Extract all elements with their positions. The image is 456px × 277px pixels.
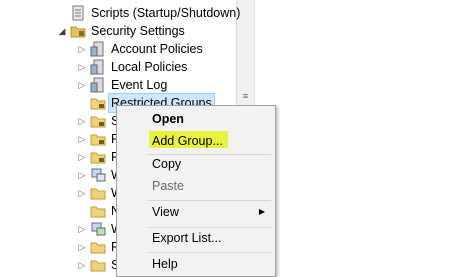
expand-arrow-icon[interactable]: ▷ xyxy=(78,166,86,184)
folder-lock-icon xyxy=(90,131,106,147)
tree-item-label: Local Policies xyxy=(111,60,188,74)
tree-item-s2[interactable]: ▷ S xyxy=(78,256,120,274)
expand-arrow-icon[interactable]: ▷ xyxy=(78,40,86,58)
tree-item-security-settings[interactable]: ◢ Security Settings xyxy=(58,22,185,40)
tree-item-scripts[interactable]: Scripts (Startup/Shutdown) xyxy=(58,4,240,22)
tree-item-event-log[interactable]: ▷ Event Log xyxy=(78,76,167,94)
expand-arrow-icon[interactable]: ▷ xyxy=(78,220,86,238)
menu-item-help[interactable]: Help xyxy=(117,253,275,275)
collapse-arrow-icon[interactable]: ◢ xyxy=(58,22,66,40)
scroll-grip-icon[interactable]: ≡ xyxy=(241,92,250,104)
policy-icon xyxy=(90,59,106,75)
expand-arrow-icon[interactable]: ▷ xyxy=(78,184,86,202)
policy-icon xyxy=(90,41,106,57)
folder-lock-icon xyxy=(90,149,106,165)
tree-item-n[interactable]: N xyxy=(78,202,120,220)
menu-item-export-list[interactable]: Export List... xyxy=(117,227,275,249)
tree-item-p[interactable]: ▷ P xyxy=(78,238,120,256)
tree-item-local-policies[interactable]: ▷ Local Policies xyxy=(78,58,187,76)
expand-arrow-icon[interactable]: ▷ xyxy=(78,238,86,256)
tree-item-label: Security Settings xyxy=(91,24,185,38)
security-folder-icon xyxy=(70,23,86,39)
expand-arrow-icon[interactable]: ▷ xyxy=(78,58,86,76)
tree-item-r[interactable]: ▷ R xyxy=(78,130,121,148)
menu-item-view-label: View xyxy=(152,205,179,219)
network-icon xyxy=(90,221,106,237)
tree-item-s[interactable]: ▷ S xyxy=(78,112,120,130)
tree-item-label: Event Log xyxy=(111,78,168,92)
menu-item-paste: Paste xyxy=(152,179,184,193)
folder-icon xyxy=(90,257,106,273)
expand-arrow-icon[interactable]: ▷ xyxy=(78,76,86,94)
folder-lock-icon xyxy=(90,113,106,129)
tree-item-account-policies[interactable]: ▷ Account Policies xyxy=(78,40,203,58)
folder-icon xyxy=(90,185,106,201)
tree-item-label: Scripts (Startup/Shutdown) xyxy=(91,6,241,20)
policy-icon xyxy=(90,77,106,93)
expand-arrow-icon[interactable]: ▷ xyxy=(78,130,86,148)
menu-item-view[interactable]: View ▶ xyxy=(117,201,275,223)
tree-item-label: Account Policies xyxy=(111,42,203,56)
network-icon xyxy=(90,167,106,183)
expand-arrow-icon[interactable]: ▷ xyxy=(78,112,86,130)
tree-item-f[interactable]: ▷ F xyxy=(78,148,119,166)
expander xyxy=(58,4,66,22)
expand-arrow-icon[interactable]: ▷ xyxy=(78,256,86,274)
expand-arrow-icon[interactable]: ▷ xyxy=(78,148,86,166)
menu-item-copy[interactable]: Copy xyxy=(117,153,275,175)
highlighter-mark xyxy=(149,131,228,148)
folder-icon xyxy=(90,203,106,219)
folder-lock-icon xyxy=(90,95,106,111)
expander xyxy=(78,202,86,220)
submenu-arrow-icon: ▶ xyxy=(258,207,265,216)
folder-icon xyxy=(90,239,106,255)
menu-item-open[interactable]: Open xyxy=(117,108,275,130)
scripts-icon xyxy=(70,5,86,21)
expander xyxy=(78,94,86,112)
